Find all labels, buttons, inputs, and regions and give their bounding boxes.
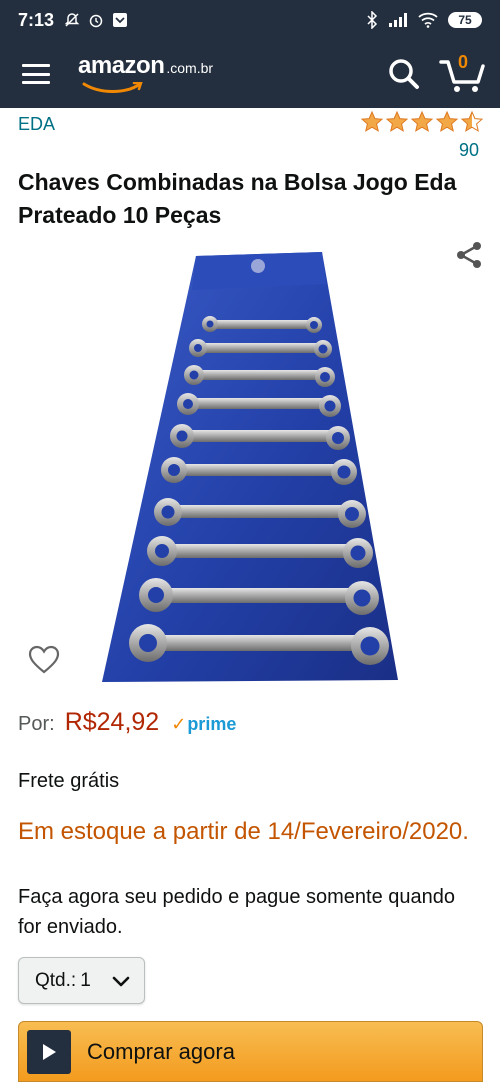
availability-text: Em estoque a partir de 14/Fevereiro/2020…	[18, 818, 469, 845]
wifi-icon	[418, 12, 438, 28]
logo-domain: .com.br	[166, 60, 214, 76]
share-icon[interactable]	[454, 240, 484, 270]
signal-icon	[389, 13, 407, 27]
search-icon[interactable]	[386, 56, 422, 92]
cart-button[interactable]: 0	[438, 52, 486, 94]
star-half-icon	[460, 110, 484, 132]
review-count[interactable]: 90	[459, 140, 479, 161]
wishlist-heart-icon[interactable]	[28, 644, 60, 676]
play-icon	[27, 1029, 71, 1074]
star-full-icon	[435, 110, 459, 132]
quantity-value: 1	[80, 969, 91, 991]
product-title: Chaves Combinadas na Bolsa Jogo Eda Prat…	[18, 169, 457, 228]
app-notification-icon	[113, 13, 128, 27]
price-value: R$24,92	[64, 708, 160, 736]
buy-now-button[interactable]: Comprar agora	[18, 1021, 483, 1082]
quantity-select[interactable]: Qtd.: 1	[18, 957, 145, 1004]
star-rating[interactable]	[360, 110, 484, 134]
prime-label: prime	[187, 714, 237, 734]
bluetooth-icon	[367, 11, 378, 29]
status-time: 7:13	[18, 9, 55, 30]
cart-count: 0	[458, 52, 469, 72]
star-full-icon	[410, 110, 434, 132]
amazon-logo[interactable]: amazon .com.br	[78, 52, 214, 93]
star-full-icon	[385, 110, 409, 132]
prime-badge: ✓ prime	[171, 714, 236, 735]
product-image[interactable]	[100, 250, 400, 686]
price-label: Por:	[18, 713, 55, 735]
chevron-down-icon	[112, 976, 130, 987]
logo-smile-icon	[82, 82, 143, 93]
availability-note: Faça agora seu pedido e pague somente qu…	[18, 886, 456, 938]
prime-check-icon: ✓	[171, 714, 187, 734]
brand-link[interactable]: EDA	[18, 114, 55, 135]
notifications-off-icon	[64, 13, 80, 27]
menu-button[interactable]	[22, 64, 50, 84]
status-icons-right: 75	[366, 11, 482, 29]
shipping-info: Frete grátis	[18, 770, 120, 792]
quantity-label: Qtd.:	[35, 969, 77, 991]
star-full-icon	[360, 110, 384, 132]
header: amazon .com.br 0	[0, 40, 500, 108]
status-bar: 7:13 75	[0, 0, 500, 40]
alarm-icon	[89, 14, 103, 28]
price-row: Por: R$24,92 ✓ prime	[18, 708, 236, 737]
battery-icon: 75	[448, 12, 482, 28]
logo-brand: amazon	[78, 52, 165, 79]
buy-now-label: Comprar agora	[87, 1038, 235, 1064]
status-icons-left	[64, 12, 128, 28]
